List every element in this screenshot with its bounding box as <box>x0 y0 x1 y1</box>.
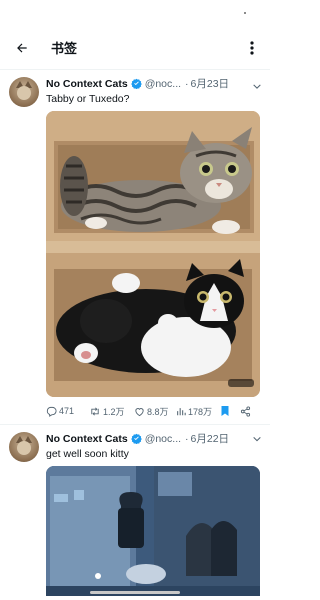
avatar[interactable] <box>9 77 39 107</box>
tweet-header: No Context Cats @noc... · 6月22日 <box>46 431 260 446</box>
tweet-date: 6月23日 <box>190 78 230 90</box>
reply-count: 471 <box>59 406 75 416</box>
avatar[interactable] <box>9 432 39 462</box>
reply-button[interactable]: 471 <box>46 406 89 417</box>
share-button[interactable] <box>240 405 254 417</box>
tweet-header: No Context Cats @noc... · 6月23日 <box>46 76 260 91</box>
retweet-count: 1.2万 <box>103 406 125 417</box>
like-count: 8.8万 <box>147 406 169 417</box>
chevron-down-icon[interactable] <box>252 79 262 94</box>
tweet-actions: 471 1.2万 8.8万 178万 <box>46 398 260 424</box>
verified-badge-icon <box>130 433 142 444</box>
home-indicator[interactable] <box>90 591 180 594</box>
share-icon <box>240 405 251 417</box>
separator: · <box>185 432 189 445</box>
tweet-date: 6月22日 <box>190 433 230 445</box>
tweet-photo[interactable] <box>46 466 260 596</box>
chevron-down-icon[interactable] <box>252 434 262 444</box>
back-button[interactable] <box>10 36 34 60</box>
retweet-button[interactable]: 1.2万 <box>89 405 134 418</box>
status-dot <box>244 12 246 14</box>
author-name[interactable]: No Context Cats <box>46 78 128 90</box>
back-arrow-icon <box>17 43 27 52</box>
verified-badge-icon <box>130 78 142 89</box>
reply-icon <box>46 406 57 417</box>
bookmark-button[interactable] <box>220 405 240 417</box>
sick-cat-image <box>46 466 260 596</box>
tweet-card[interactable]: No Context Cats @noc... · 6月23日 Tabby or… <box>0 70 270 425</box>
tweet-card[interactable]: No Context Cats @noc... · 6月22日 get well… <box>0 425 270 596</box>
views-button[interactable]: 178万 <box>176 405 220 418</box>
more-vertical-icon <box>250 40 254 55</box>
like-icon <box>135 407 144 416</box>
author-handle: @noc... <box>144 77 182 90</box>
author-handle: @noc... <box>144 432 182 445</box>
cats-in-boxes-image <box>46 111 260 397</box>
views-icon <box>177 407 186 415</box>
tweet-photo[interactable] <box>46 111 260 397</box>
more-options-button[interactable] <box>244 36 260 60</box>
tweet-text: Tabby or Tuxedo? <box>46 93 130 105</box>
page-title: 书签 <box>51 41 78 56</box>
view-count: 178万 <box>188 406 213 417</box>
status-bar <box>0 0 270 26</box>
bookmark-icon <box>221 406 229 416</box>
retweet-icon <box>91 407 99 415</box>
author-name[interactable]: No Context Cats <box>46 433 128 445</box>
tweet-text: get well soon kitty <box>46 448 129 460</box>
top-app-bar: 书签 <box>0 26 270 70</box>
like-button[interactable]: 8.8万 <box>134 405 176 418</box>
separator: · <box>185 77 189 90</box>
